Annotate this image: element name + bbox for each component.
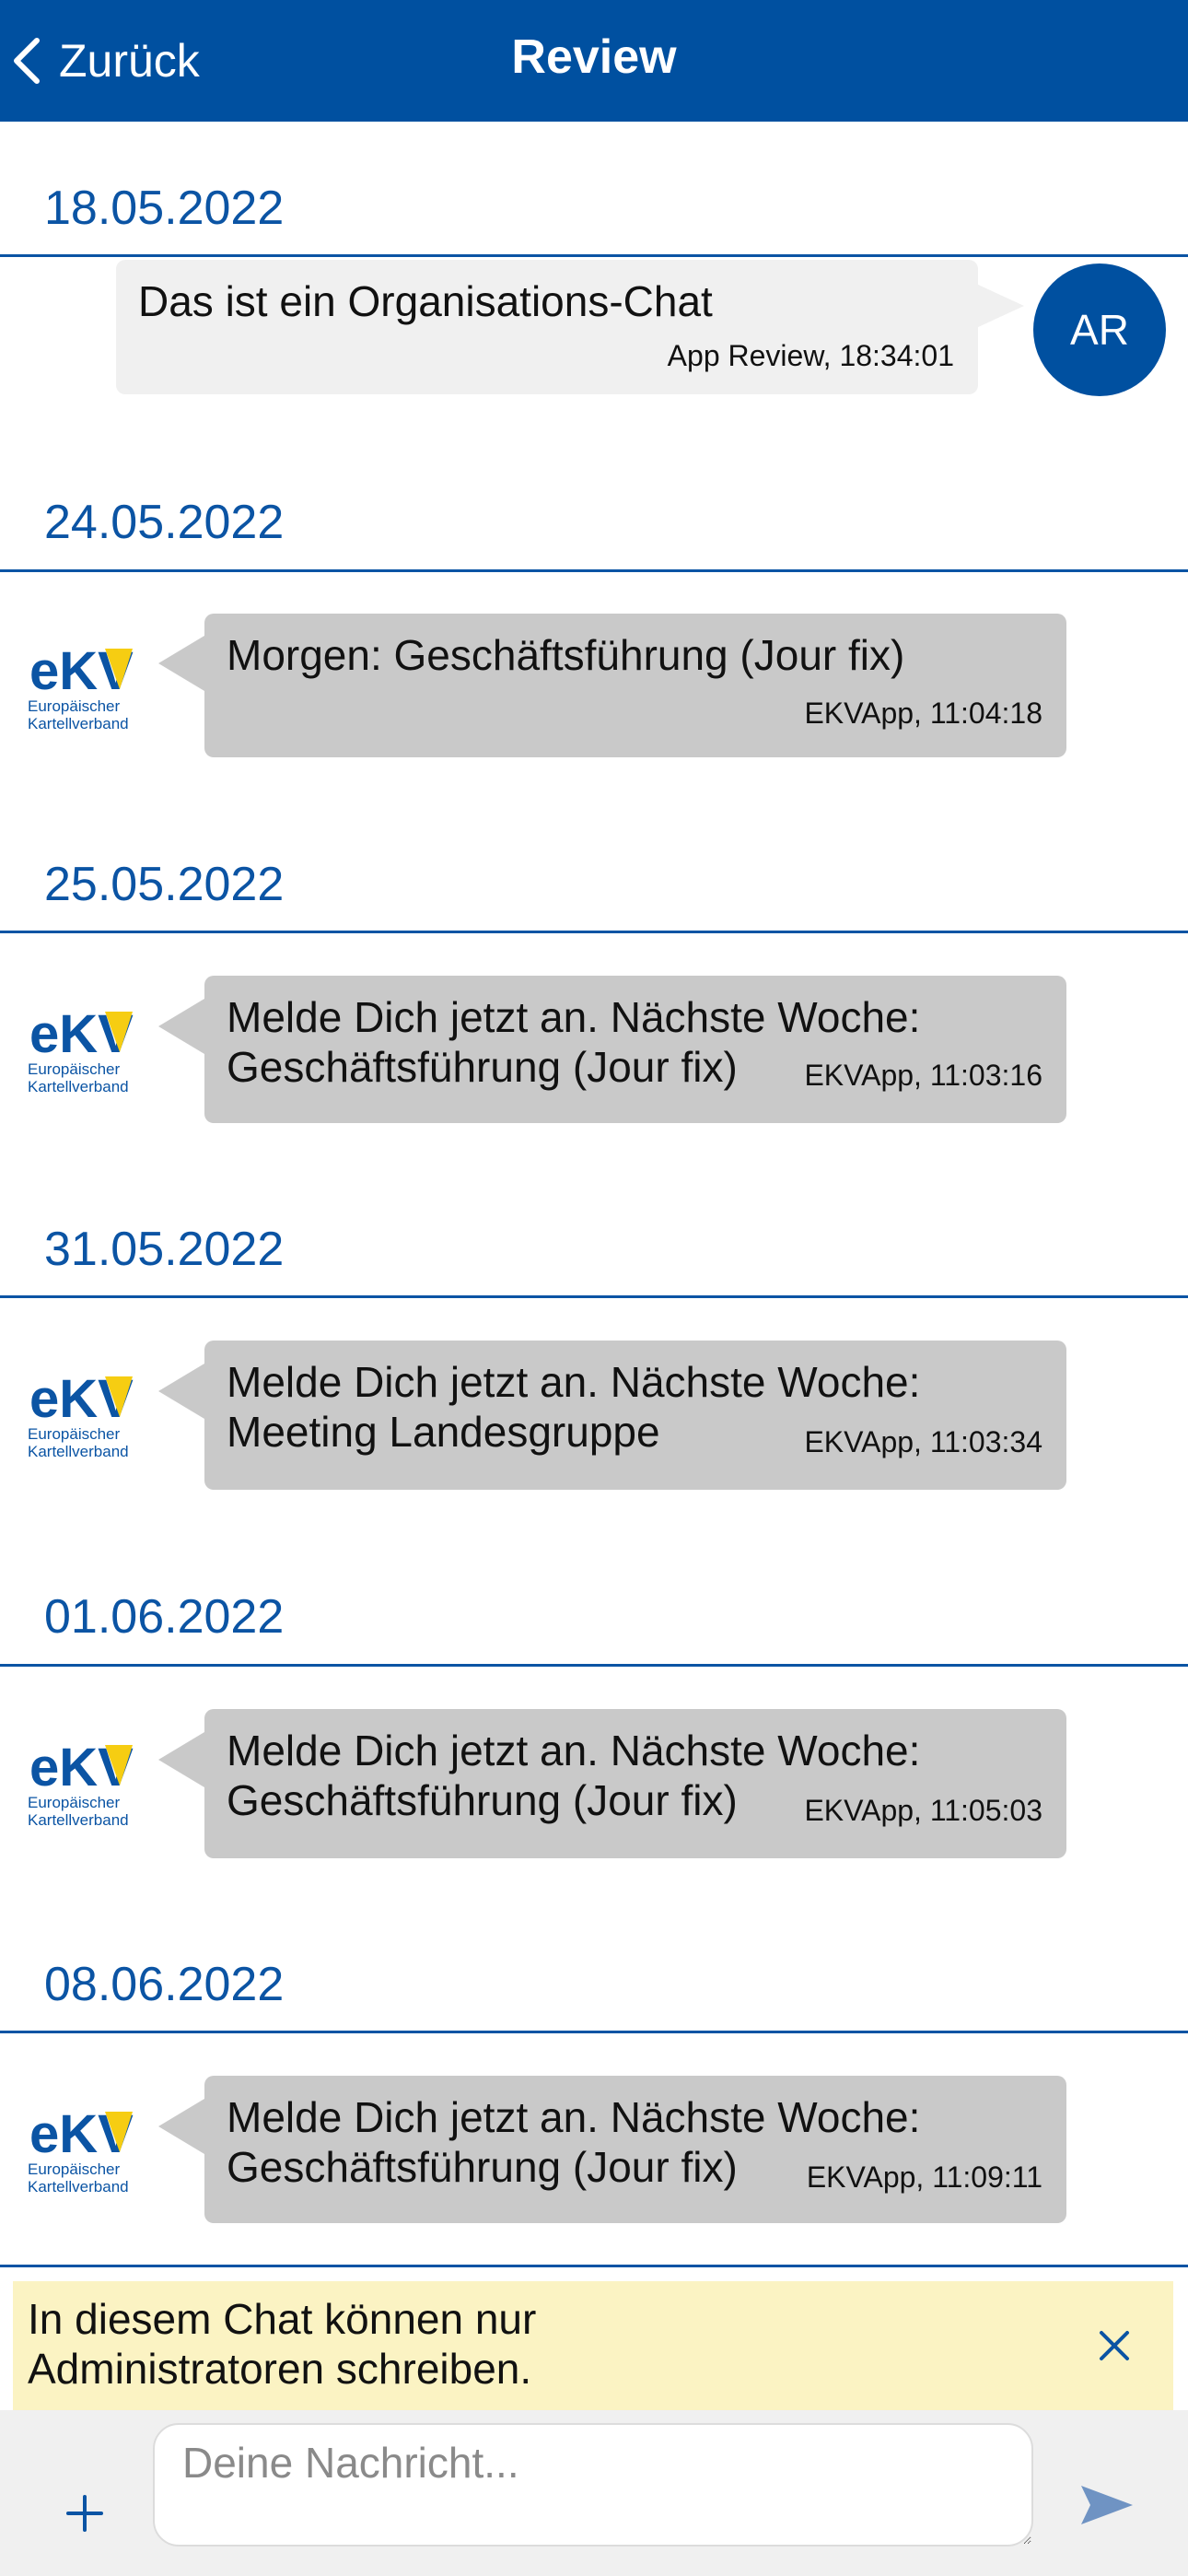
ekv-logo: eKV Europäischer Kartellverband (28, 1369, 138, 1461)
avatar[interactable]: AR (1033, 263, 1166, 396)
message-bubble[interactable]: Melde Dich jetzt an. Nächste Woche: Gesc… (204, 1709, 1066, 1858)
date-separator: 25.05.2022 (44, 858, 285, 911)
message-bubble[interactable]: Melde Dich jetzt an. Nächste Woche: Gesc… (204, 2076, 1066, 2223)
logo-line-1: Europäischer (28, 1425, 121, 1443)
top-bar: Zurück Review (0, 0, 1188, 122)
message-text-line-1: Melde Dich jetzt an. Nächste Woche: (227, 993, 921, 1041)
bubble-tail (158, 1364, 204, 1419)
message-text: Das ist ein Organisations-Chat (138, 277, 713, 325)
divider (0, 254, 1188, 257)
ekv-logo: eKV Europäischer Kartellverband (28, 1738, 138, 1830)
message-bubble[interactable]: Melde Dich jetzt an. Nächste Woche: Gesc… (204, 976, 1066, 1123)
notice-text: In diesem Chat können nur Administratore… (28, 2294, 536, 2394)
logo-line-2: Kartellverband (28, 1443, 129, 1460)
notice-line-2: Administratoren schreiben. (28, 2345, 532, 2393)
date-separator: 18.05.2022 (44, 181, 285, 235)
close-icon[interactable] (1096, 2327, 1133, 2364)
bubble-tail (158, 2099, 204, 2154)
date-separator: 01.06.2022 (44, 1590, 285, 1644)
message-meta: EKVApp, 11:03:34 (804, 1425, 1042, 1458)
divider (0, 1664, 1188, 1667)
message-meta: App Review, 18:34:01 (667, 339, 954, 372)
message-composer (0, 2410, 1188, 2576)
bubble-tail (158, 999, 204, 1054)
logo-line-2: Kartellverband (28, 1078, 129, 1095)
date-separator: 08.06.2022 (44, 1958, 285, 2011)
message-text-line-1: Melde Dich jetzt an. Nächste Woche: (227, 1358, 921, 1406)
logo-line-1: Europäischer (28, 1060, 121, 1078)
divider (0, 931, 1188, 933)
bubble-tail (158, 636, 204, 691)
message-meta: EKVApp, 11:05:03 (804, 1794, 1042, 1827)
message-bubble[interactable]: Morgen: Geschäftsführung (Jour fix) EKVA… (204, 614, 1066, 757)
ekv-logo: eKV Europäischer Kartellverband (28, 2104, 138, 2196)
ekv-logo-mark: eKV (29, 1004, 134, 1064)
logo-line-1: Europäischer (28, 697, 121, 715)
message-text-line-1: Melde Dich jetzt an. Nächste Woche: (227, 2093, 921, 2141)
admin-only-notice: In diesem Chat können nur Administratore… (13, 2281, 1173, 2410)
ekv-logo-mark: eKV (29, 641, 134, 701)
send-icon[interactable] (1079, 2482, 1135, 2528)
message-meta: EKVApp, 11:03:16 (804, 1059, 1042, 1092)
logo-line-2: Kartellverband (28, 715, 129, 732)
message-text-line-1: Melde Dich jetzt an. Nächste Woche: (227, 1727, 921, 1774)
logo-line-2: Kartellverband (28, 2178, 129, 2195)
page-title: Review (511, 30, 677, 84)
logo-line-2: Kartellverband (28, 1811, 129, 1829)
ekv-logo-mark: eKV (29, 1369, 134, 1429)
bubble-tail (158, 1732, 204, 1787)
message-bubble[interactable]: Melde Dich jetzt an. Nächste Woche: Meet… (204, 1341, 1066, 1490)
date-separator: 24.05.2022 (44, 496, 285, 549)
message-meta: EKVApp, 11:04:18 (804, 697, 1042, 730)
divider (0, 1295, 1188, 1298)
ekv-logo-mark: eKV (29, 2104, 134, 2164)
divider (0, 569, 1188, 572)
message-text: Morgen: Geschäftsführung (Jour fix) (227, 631, 905, 679)
logo-line-1: Europäischer (28, 1794, 121, 1811)
ekv-logo: eKV Europäischer Kartellverband (28, 1004, 138, 1096)
message-bubble[interactable]: Das ist ein Organisations-Chat App Revie… (116, 260, 978, 394)
plus-icon[interactable] (64, 2493, 105, 2534)
date-separator: 31.05.2022 (44, 1223, 285, 1276)
message-meta: EKVApp, 11:09:11 (806, 2160, 1042, 2194)
divider (0, 2031, 1188, 2033)
ekv-logo: eKV Europäischer Kartellverband (28, 641, 138, 733)
bubble-tail (976, 284, 1024, 328)
logo-line-1: Europäischer (28, 2160, 121, 2178)
ekv-logo-mark: eKV (29, 1738, 134, 1797)
notice-line-1: In diesem Chat können nur (28, 2295, 537, 2343)
message-input[interactable] (153, 2423, 1033, 2547)
divider (0, 2265, 1188, 2267)
